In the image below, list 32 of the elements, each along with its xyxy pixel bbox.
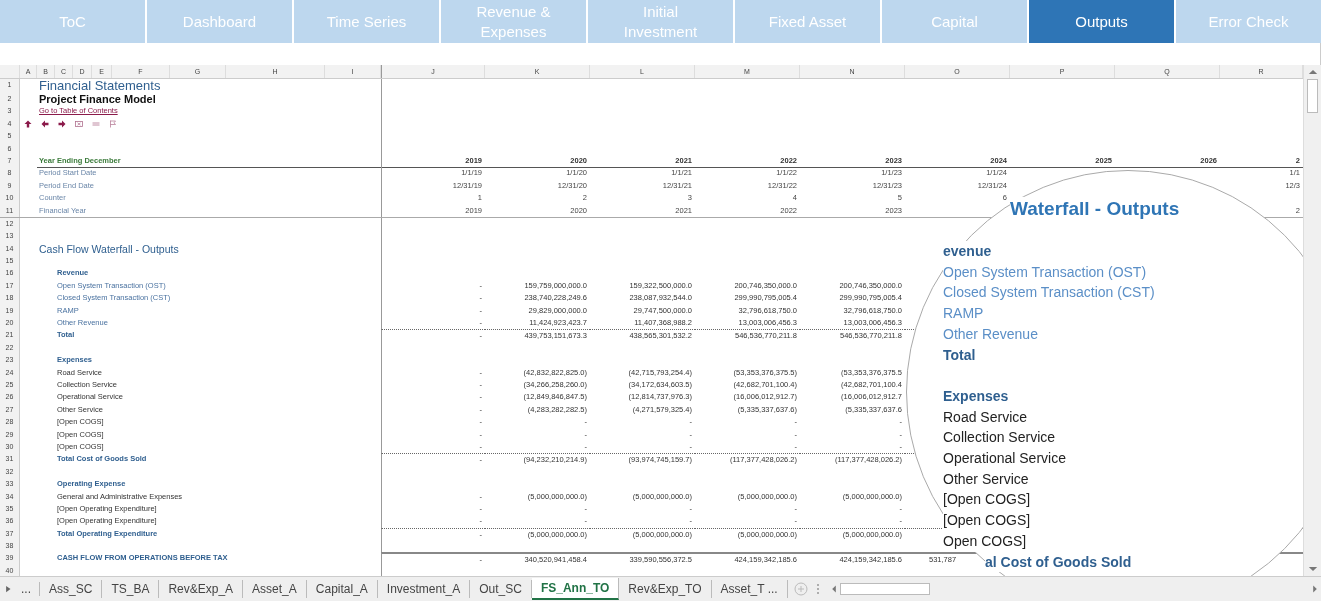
sheet-tab[interactable]: Ass_SC xyxy=(40,580,103,598)
sheet-tab[interactable]: FS_Ann_TO xyxy=(531,578,620,600)
lens-text: evenue xyxy=(943,241,992,262)
splitter-handle-icon[interactable] xyxy=(815,582,820,596)
sheet-tab[interactable]: TS_BA xyxy=(102,580,160,598)
sheet-tab[interactable]: Rev&Exp_A xyxy=(159,580,244,598)
lens-text: Open System Transaction (OST) xyxy=(943,261,1147,283)
right-arrow-icon[interactable] xyxy=(58,120,66,128)
sheet-tab[interactable]: Asset_A xyxy=(243,580,307,598)
row-label: Financial Statements xyxy=(39,78,161,93)
lens-text: Open COGS] xyxy=(943,530,1027,552)
sheet-tab[interactable]: Out_SC xyxy=(470,580,532,598)
play-icon[interactable] xyxy=(3,584,13,594)
row-label: Cash Flow Waterfall - Outputs xyxy=(39,242,179,255)
lens-text: Waterfall - Outputs xyxy=(1010,197,1180,221)
more-sheets-button[interactable]: ... xyxy=(13,582,40,596)
scroll-thumb[interactable] xyxy=(1307,79,1318,113)
flag-icon[interactable] xyxy=(109,120,117,128)
sheet-tab[interactable]: Investment_A xyxy=(377,580,471,598)
box-icon[interactable] xyxy=(75,120,83,128)
add-sheet-icon[interactable] xyxy=(793,582,808,596)
sheet-tab[interactable]: Asset_T ... xyxy=(711,580,788,598)
nav-tab[interactable]: Outputs xyxy=(1029,0,1174,43)
sheet-tab[interactable]: Rev&Exp_TO xyxy=(619,580,712,598)
scroll-thumb[interactable] xyxy=(839,583,930,595)
vertical-scrollbar[interactable] xyxy=(1303,65,1321,576)
row-label: Project Finance Model xyxy=(39,93,156,105)
lines-icon[interactable] xyxy=(92,120,100,128)
left-arrow-icon[interactable] xyxy=(41,120,49,128)
lens-text: [Open COGS] xyxy=(943,510,1031,531)
up-arrow-icon[interactable] xyxy=(24,120,32,128)
sheet-tab[interactable]: Capital_A xyxy=(306,580,378,598)
